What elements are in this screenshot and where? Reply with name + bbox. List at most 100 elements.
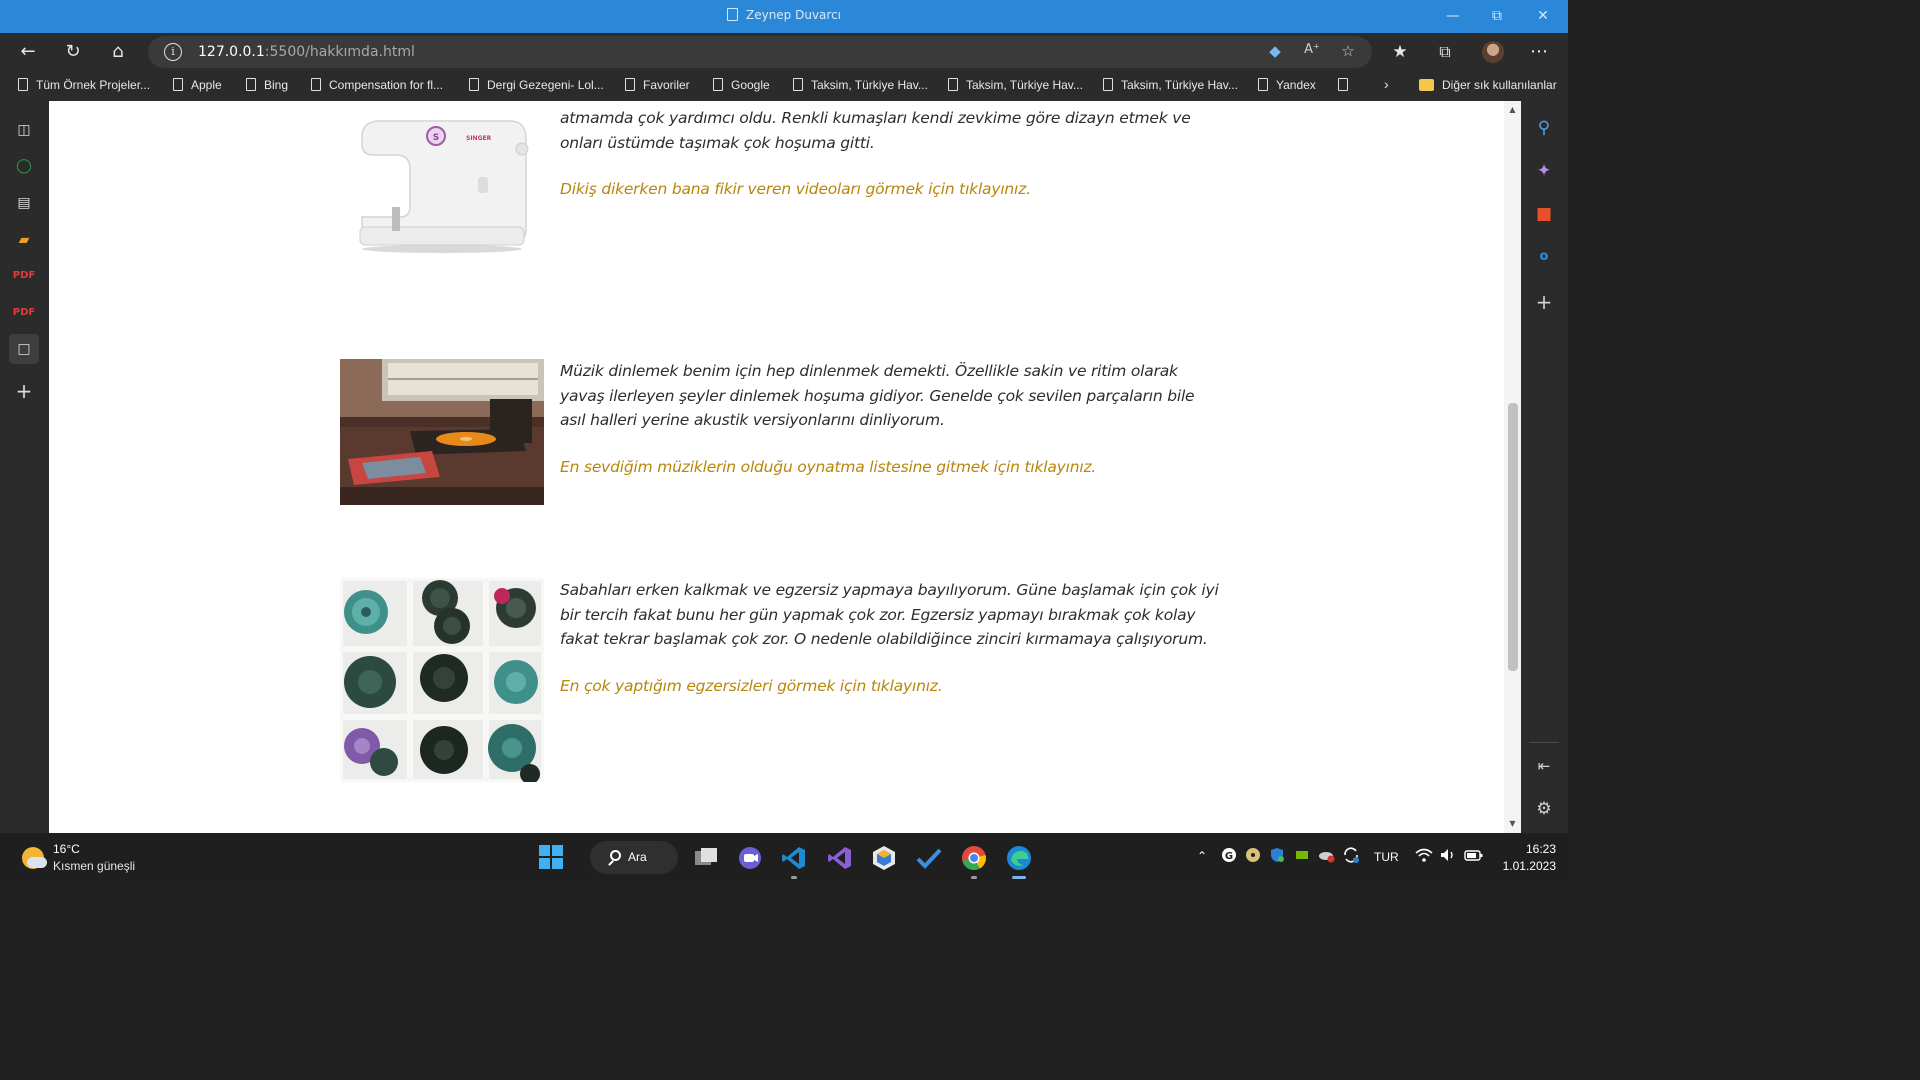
tab-actions-icon[interactable]: ◫ <box>9 115 39 145</box>
bookmark-item[interactable]: Taksim, Türkiye Hav... <box>793 78 928 92</box>
more-menu-icon[interactable]: ⋯ <box>1524 37 1554 67</box>
teams-chat-icon[interactable] <box>736 844 764 872</box>
search-icon[interactable]: ⚲ <box>1530 114 1558 142</box>
store-app-icon[interactable] <box>870 844 898 872</box>
read-aloud-icon[interactable]: A⁺ <box>1301 42 1323 62</box>
wifi-icon[interactable] <box>1415 847 1433 866</box>
bookmark-item[interactable]: Taksim, Türkiye Hav... <box>948 78 1083 92</box>
clock-time: 16:23 <box>1525 842 1556 856</box>
window-title: Zeynep Duvarcı <box>0 8 1568 22</box>
page-icon <box>948 78 958 91</box>
bookmark-item[interactable]: Apple <box>173 78 222 92</box>
taskbar-search[interactable]: Ara <box>590 841 678 874</box>
close-button[interactable]: ✕ <box>1528 6 1558 26</box>
outlook-icon[interactable]: o <box>1530 243 1558 271</box>
other-favorites-folder[interactable]: Diğer sık kullanılanlar <box>1419 78 1557 92</box>
tray-nvidia-icon[interactable] <box>1294 847 1310 866</box>
browser-toolbar: ← ↻ ⌂ i 127.0.0.1:5500/hakkımda.html ◆ A… <box>0 33 1568 71</box>
running-indicator <box>791 876 797 879</box>
bookmark-item[interactable]: Bing <box>246 78 288 92</box>
tray-security-shield-icon[interactable] <box>1269 847 1285 866</box>
tab-document-icon[interactable]: ▤ <box>9 188 39 218</box>
favorites-icon[interactable]: ★ <box>1385 37 1415 67</box>
visual-studio-icon[interactable] <box>826 844 854 872</box>
sewing-machine-image: S SINGER <box>340 109 544 254</box>
restore-button[interactable]: ⧉ <box>1482 6 1512 26</box>
settings-gear-icon[interactable]: ⚙ <box>1530 795 1558 823</box>
tab-loading-icon[interactable]: ◯ <box>9 151 39 181</box>
office-icon[interactable]: ■ <box>1530 200 1558 228</box>
refresh-button[interactable]: ↻ <box>58 37 88 67</box>
coupon-tag-icon[interactable]: ◆ <box>1264 42 1286 62</box>
bookmark-item[interactable]: Dergi Gezegeni- Lol... <box>469 78 604 92</box>
page-icon <box>1338 78 1348 91</box>
weather-description[interactable]: Kısmen güneşli <box>53 859 135 873</box>
copilot-sparkle-icon[interactable]: ✦ <box>1530 157 1558 185</box>
battery-icon[interactable] <box>1464 847 1484 866</box>
tray-onedrive-icon[interactable] <box>1318 847 1336 866</box>
bookmark-item[interactable]: Taksim, Türkiye Hav... <box>1103 78 1238 92</box>
vertical-tabs-sidebar: ◫ ◯ ▤ ▰ PDF PDF □ + <box>0 101 49 833</box>
edge-browser-icon[interactable] <box>1005 844 1033 872</box>
bookmark-item[interactable]: Yandex <box>1258 78 1316 92</box>
add-sidebar-app-icon[interactable]: + <box>1530 288 1558 316</box>
tab-pdf-icon[interactable]: PDF <box>9 298 39 328</box>
scroll-up-arrow-icon[interactable]: ▲ <box>1507 105 1518 114</box>
taskbar-clock[interactable]: 16:23 1.01.2023 <box>1496 841 1556 875</box>
yoga-mats-image <box>340 578 544 782</box>
tray-app-icon[interactable]: G <box>1221 847 1237 866</box>
active-app-indicator <box>1012 876 1026 879</box>
todo-checkmark-icon[interactable] <box>915 844 943 872</box>
bookmark-item[interactable]: Favoriler <box>625 78 690 92</box>
page-icon <box>726 8 738 21</box>
scroll-down-arrow-icon[interactable]: ▼ <box>1507 819 1518 828</box>
exercise-link[interactable]: En çok yaptığım egzersizleri görmek için… <box>560 677 943 695</box>
tab-book-icon[interactable]: ▰ <box>9 225 39 255</box>
weather-partly-sunny-icon[interactable] <box>22 847 47 869</box>
page-scrollbar[interactable]: ▲ ▼ <box>1504 101 1521 833</box>
url-text[interactable]: 127.0.0.1:5500/hakkımda.html <box>198 44 415 60</box>
add-favorite-icon[interactable]: ☆ <box>1337 42 1359 62</box>
tray-sync-icon[interactable] <box>1342 846 1360 867</box>
music-playlist-link[interactable]: En sevdiğim müziklerin olduğu oynatma li… <box>560 458 1096 476</box>
keyboard-language[interactable]: TUR <box>1374 850 1399 864</box>
volume-icon[interactable] <box>1439 847 1457 866</box>
back-button[interactable]: ← <box>13 37 43 67</box>
weather-temperature[interactable]: 16°C <box>53 842 80 856</box>
tab-active-page-icon[interactable]: □ <box>9 334 39 364</box>
minimize-button[interactable]: — <box>1438 6 1468 26</box>
tab-pdf-icon[interactable]: PDF <box>9 261 39 291</box>
page-icon <box>469 78 479 91</box>
collections-icon[interactable]: ⧉ <box>1430 37 1460 67</box>
edge-sidebar: ⚲ ✦ ■ o + ⇤ ⚙ <box>1521 101 1568 833</box>
chevron-right-icon[interactable]: › <box>1384 76 1389 92</box>
page-icon <box>18 78 28 91</box>
page-icon <box>173 78 183 91</box>
chrome-icon[interactable] <box>960 844 988 872</box>
bookmark-item[interactable]: Tüm Örnek Projeler... <box>18 78 150 92</box>
folder-icon <box>1419 79 1434 91</box>
bookmark-item[interactable] <box>1338 78 1356 92</box>
scrollbar-thumb[interactable] <box>1508 403 1518 671</box>
sidebar-divider <box>1529 742 1559 743</box>
tray-overflow-chevron-icon[interactable]: ⌃ <box>1197 849 1207 863</box>
page-icon <box>713 78 723 91</box>
home-button[interactable]: ⌂ <box>103 37 133 67</box>
page-icon <box>246 78 256 91</box>
svg-text:S: S <box>433 133 439 143</box>
bookmark-item[interactable]: Compensation for fl... <box>311 78 443 92</box>
vscode-icon[interactable] <box>780 844 808 872</box>
hide-sidebar-icon[interactable]: ⇤ <box>1530 752 1558 780</box>
address-bar[interactable]: i 127.0.0.1:5500/hakkımda.html ◆ A⁺ ☆ <box>148 36 1372 68</box>
bookmark-item[interactable]: Google <box>713 78 770 92</box>
profile-avatar[interactable] <box>1482 41 1504 63</box>
new-tab-icon[interactable]: + <box>9 376 39 406</box>
task-view-icon[interactable] <box>692 844 720 872</box>
tray-disc-icon[interactable] <box>1245 847 1261 866</box>
singer-brand-text: SINGER <box>466 135 492 142</box>
site-info-icon[interactable]: i <box>164 43 182 61</box>
sewing-videos-link[interactable]: Dikiş dikerken bana fikir veren videolar… <box>560 180 1031 198</box>
windows-taskbar: 16°C Kısmen güneşli Ara ⌃ G TUR 16:23 1.… <box>0 833 1568 882</box>
start-windows-icon[interactable] <box>538 844 566 872</box>
svg-text:G: G <box>1225 851 1233 862</box>
